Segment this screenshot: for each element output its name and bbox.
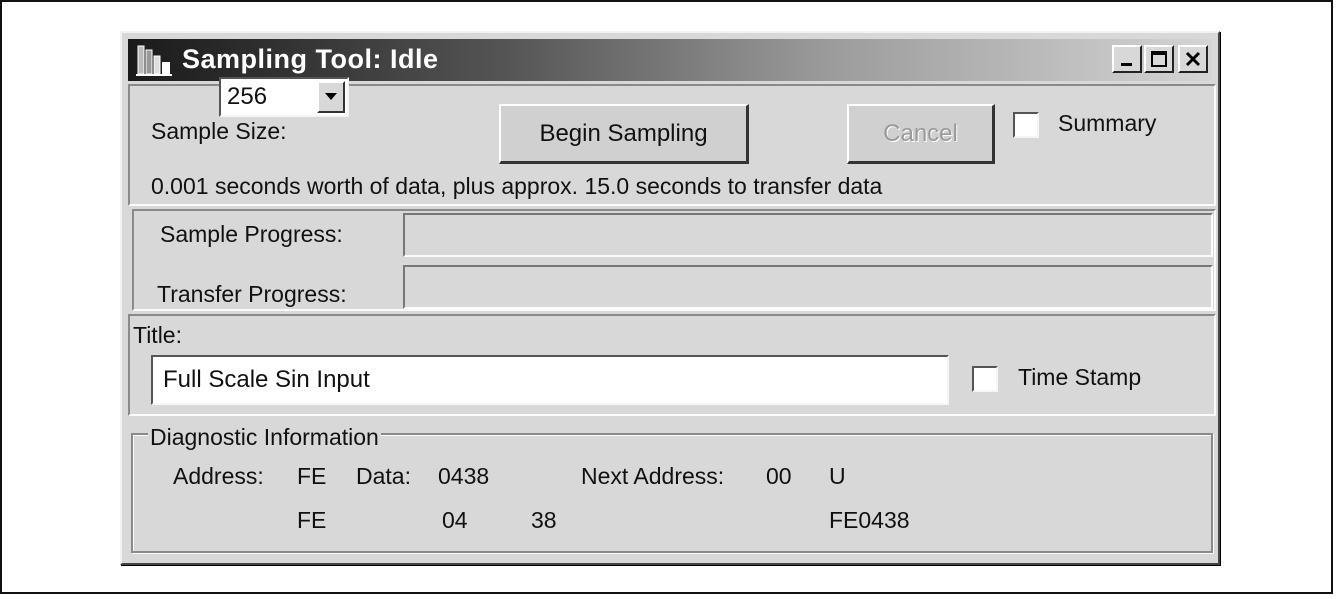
close-button[interactable] (1178, 45, 1208, 73)
data-value: 0438 (438, 463, 490, 489)
sample-size-value: 256 (227, 83, 268, 110)
summary-label: Summary (1058, 110, 1157, 136)
minimize-button[interactable] (1112, 45, 1142, 73)
title-label: Title: (133, 322, 182, 348)
row2-address: FE (297, 507, 327, 533)
chevron-down-icon (325, 93, 337, 100)
maximize-button[interactable] (1144, 45, 1174, 73)
maximize-icon (1151, 51, 1167, 67)
data-label: Data: (356, 463, 411, 489)
sample-progress-bar (403, 213, 1213, 257)
transfer-progress-bar (403, 265, 1213, 309)
minimize-icon (1121, 63, 1132, 66)
sample-size-label: Sample Size: (151, 118, 287, 144)
window-title: Sampling Tool: Idle (182, 44, 439, 74)
next-address-value: 00 (766, 463, 792, 489)
dropdown-button[interactable] (317, 81, 345, 113)
time-stamp-checkbox[interactable] (972, 366, 998, 392)
cancel-button[interactable]: Cancel (847, 104, 995, 164)
title-input[interactable] (151, 355, 949, 405)
status-flag: U (829, 463, 846, 489)
sample-size-select[interactable]: 256 (219, 77, 349, 117)
row2-data-hi: 04 (442, 507, 468, 533)
address-label: Address: (173, 463, 264, 489)
time-stamp-label: Time Stamp (1018, 364, 1142, 390)
summary-checkbox[interactable] (1013, 112, 1039, 138)
app-icon (136, 45, 172, 76)
diagnostic-legend: Diagnostic Information (148, 424, 381, 451)
row2-combined: FE0438 (829, 507, 910, 533)
diagnostic-group (131, 433, 1213, 553)
title-bar[interactable]: Sampling Tool: Idle (128, 39, 1212, 81)
row2-data-lo: 38 (531, 507, 557, 533)
begin-sampling-button[interactable]: Begin Sampling (499, 104, 749, 164)
close-icon (1185, 51, 1201, 67)
sample-progress-label: Sample Progress: (160, 221, 343, 247)
data-info-text: 0.001 seconds worth of data, plus approx… (151, 173, 883, 199)
next-address-label: Next Address: (581, 463, 725, 489)
address-value: FE (297, 463, 327, 489)
transfer-progress-label: Transfer Progress: (157, 281, 347, 307)
